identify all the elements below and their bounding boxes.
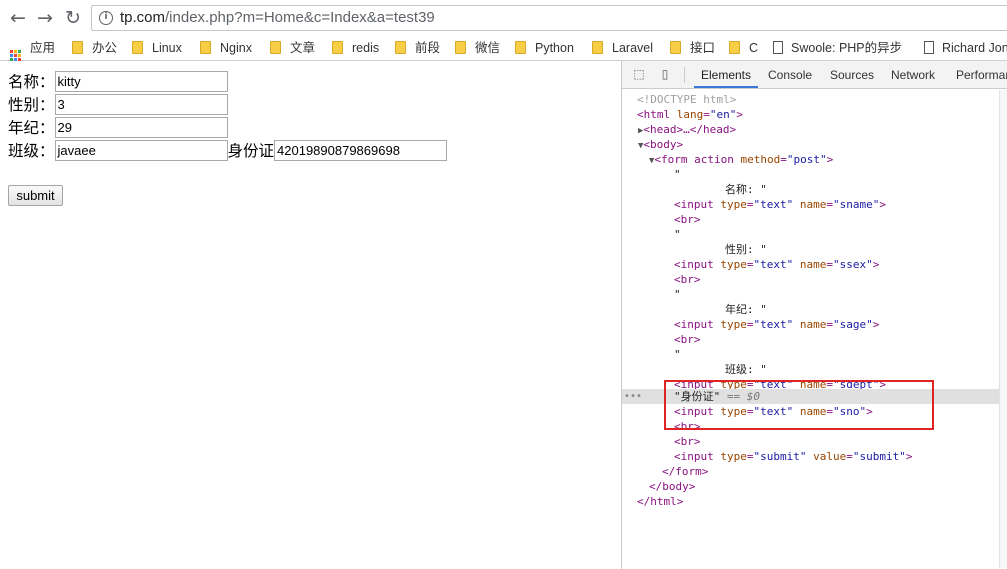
tab-sources[interactable]: Sources <box>830 61 874 88</box>
dom-node[interactable]: <br> <box>622 272 1000 287</box>
dom-node[interactable]: <br> <box>622 434 1000 449</box>
dom-text-node[interactable]: 年纪: " <box>622 302 1000 317</box>
reload-icon[interactable]: ↻ <box>63 8 83 28</box>
dom-node[interactable]: <br> <box>622 332 1000 347</box>
tab-divider <box>684 67 685 83</box>
dom-node[interactable]: <input type="text" name="ssex"> <box>622 257 1000 272</box>
device-toolbar-icon[interactable]: ▯ <box>658 67 672 81</box>
age-label: 年纪： <box>8 119 55 137</box>
bookmark-folder[interactable]: Nginx <box>200 39 252 57</box>
tab-console[interactable]: Console <box>768 61 812 88</box>
dom-text-node[interactable]: 名称: " <box>622 182 1000 197</box>
dom-text-node[interactable]: 性别: " <box>622 242 1000 257</box>
folder-icon <box>670 41 681 54</box>
tab-performance[interactable]: Performan <box>956 61 1007 88</box>
dom-node[interactable]: <html lang="en"> <box>622 107 1000 122</box>
sno-label: 身份证 <box>227 142 275 160</box>
collapse-triangle-icon[interactable]: ▼ <box>622 141 643 151</box>
apps-grid-icon <box>10 50 21 61</box>
more-dots-icon[interactable]: ••• <box>624 389 642 404</box>
name-input[interactable]: kitty <box>54 71 228 92</box>
info-icon[interactable]: i <box>99 11 113 25</box>
folder-icon <box>200 41 211 54</box>
bookmark-folder[interactable]: Laravel <box>592 39 653 57</box>
dom-node[interactable]: </form> <box>622 464 1000 479</box>
devtools-tabbar: ⬚ ▯ Elements Console Sources Network Per… <box>622 61 1007 89</box>
bookmark-folder[interactable]: Python <box>515 39 574 57</box>
bookmark-page[interactable]: Swoole: PHP的异步 <box>773 39 902 57</box>
page-icon <box>924 41 934 54</box>
folder-icon <box>72 41 83 54</box>
dom-node[interactable]: </body> <box>622 479 1000 494</box>
folder-icon <box>332 41 343 54</box>
address-bar[interactable]: i tp.com/index.php?m=Home&c=Index&a=test… <box>91 5 1007 31</box>
bookmark-apps[interactable]: 应用 <box>10 39 55 61</box>
elements-tree: <!DOCTYPE html> <html lang="en"> ▶<head>… <box>622 89 1000 569</box>
dept-row: 班级： javaee 身份证 42019890879869698 <box>8 140 448 162</box>
bookmark-page[interactable]: Richard Jon <box>924 39 1007 57</box>
dom-text-node[interactable]: " <box>622 227 1000 242</box>
dept-label: 班级： <box>8 142 55 160</box>
dom-node[interactable]: <!DOCTYPE html> <box>622 92 1000 107</box>
browser-toolbar: ← → ↻ i tp.com/index.php?m=Home&c=Index&… <box>0 0 1007 36</box>
bookmark-folder[interactable]: 文章 <box>270 39 315 57</box>
folder-icon <box>455 41 466 54</box>
age-row: 年纪： 29 <box>8 117 228 139</box>
folder-icon <box>395 41 406 54</box>
dom-node[interactable]: ▼<form action method="post"> <box>622 152 1000 167</box>
bookmark-folder[interactable]: redis <box>332 39 379 57</box>
dept-input[interactable]: javaee <box>54 140 228 161</box>
bookmark-folder[interactable]: 接口 <box>670 39 715 57</box>
folder-icon <box>729 41 740 54</box>
bookmark-folder[interactable]: 微信 <box>455 39 500 57</box>
dom-node[interactable]: <br> <box>622 212 1000 227</box>
page-icon <box>773 41 783 54</box>
devtools-scrollbar[interactable] <box>999 90 1007 568</box>
folder-icon <box>270 41 281 54</box>
dom-text-node[interactable]: " <box>622 347 1000 362</box>
forward-arrow-icon[interactable]: → <box>35 8 55 28</box>
url-text[interactable]: tp.com/index.php?m=Home&c=Index&a=test39 <box>120 9 435 26</box>
sno-input[interactable]: 42019890879869698 <box>274 140 448 161</box>
sex-row: 性别： 3 <box>8 94 228 116</box>
sex-input[interactable]: 3 <box>54 94 228 115</box>
page-viewport: 名称： kitty 性别： 3 年纪： 29 班级： javaee 身份证 42019890… <box>0 61 621 569</box>
collapse-triangle-icon[interactable]: ▼ <box>622 156 654 166</box>
expand-triangle-icon[interactable]: ▶ <box>622 126 643 136</box>
sex-label: 性别： <box>8 96 55 114</box>
bookmark-folder[interactable]: 办公 <box>72 39 117 57</box>
bookmark-folder[interactable]: C <box>729 39 758 57</box>
name-label: 名称： <box>8 73 55 91</box>
dom-text-node[interactable]: " <box>622 167 1000 182</box>
dom-text-node[interactable]: 班级: " <box>622 362 1000 377</box>
inspect-element-icon[interactable]: ⬚ <box>632 67 646 81</box>
dom-text-node[interactable]: " <box>622 287 1000 302</box>
back-arrow-icon[interactable]: ← <box>8 8 28 28</box>
dom-node[interactable]: ▼<body> <box>622 137 1000 152</box>
bookmark-folder[interactable]: 前段 <box>395 39 440 57</box>
highlight-annotation-box <box>664 380 934 430</box>
devtools-panel: ⬚ ▯ Elements Console Sources Network Per… <box>621 61 1007 569</box>
bookmarks-bar: 应用 办公 Linux Nginx 文章 redis 前段 微信 Python … <box>0 36 1007 61</box>
dom-node[interactable]: ▶<head>…</head> <box>622 122 1000 137</box>
tab-network[interactable]: Network <box>891 61 935 88</box>
age-input[interactable]: 29 <box>54 117 228 138</box>
folder-icon <box>592 41 603 54</box>
dom-node[interactable]: <input type="text" name="sage"> <box>622 317 1000 332</box>
folder-icon <box>515 41 526 54</box>
submit-button[interactable]: submit <box>8 185 63 206</box>
dom-node[interactable]: </html> <box>622 494 1000 509</box>
bookmark-folder[interactable]: Linux <box>132 39 182 57</box>
folder-icon <box>132 41 143 54</box>
dom-node[interactable]: <input type="submit" value="submit"> <box>622 449 1000 464</box>
name-row: 名称： kitty <box>8 71 228 93</box>
tab-elements[interactable]: Elements <box>694 61 758 88</box>
dom-node[interactable]: <input type="text" name="sname"> <box>622 197 1000 212</box>
